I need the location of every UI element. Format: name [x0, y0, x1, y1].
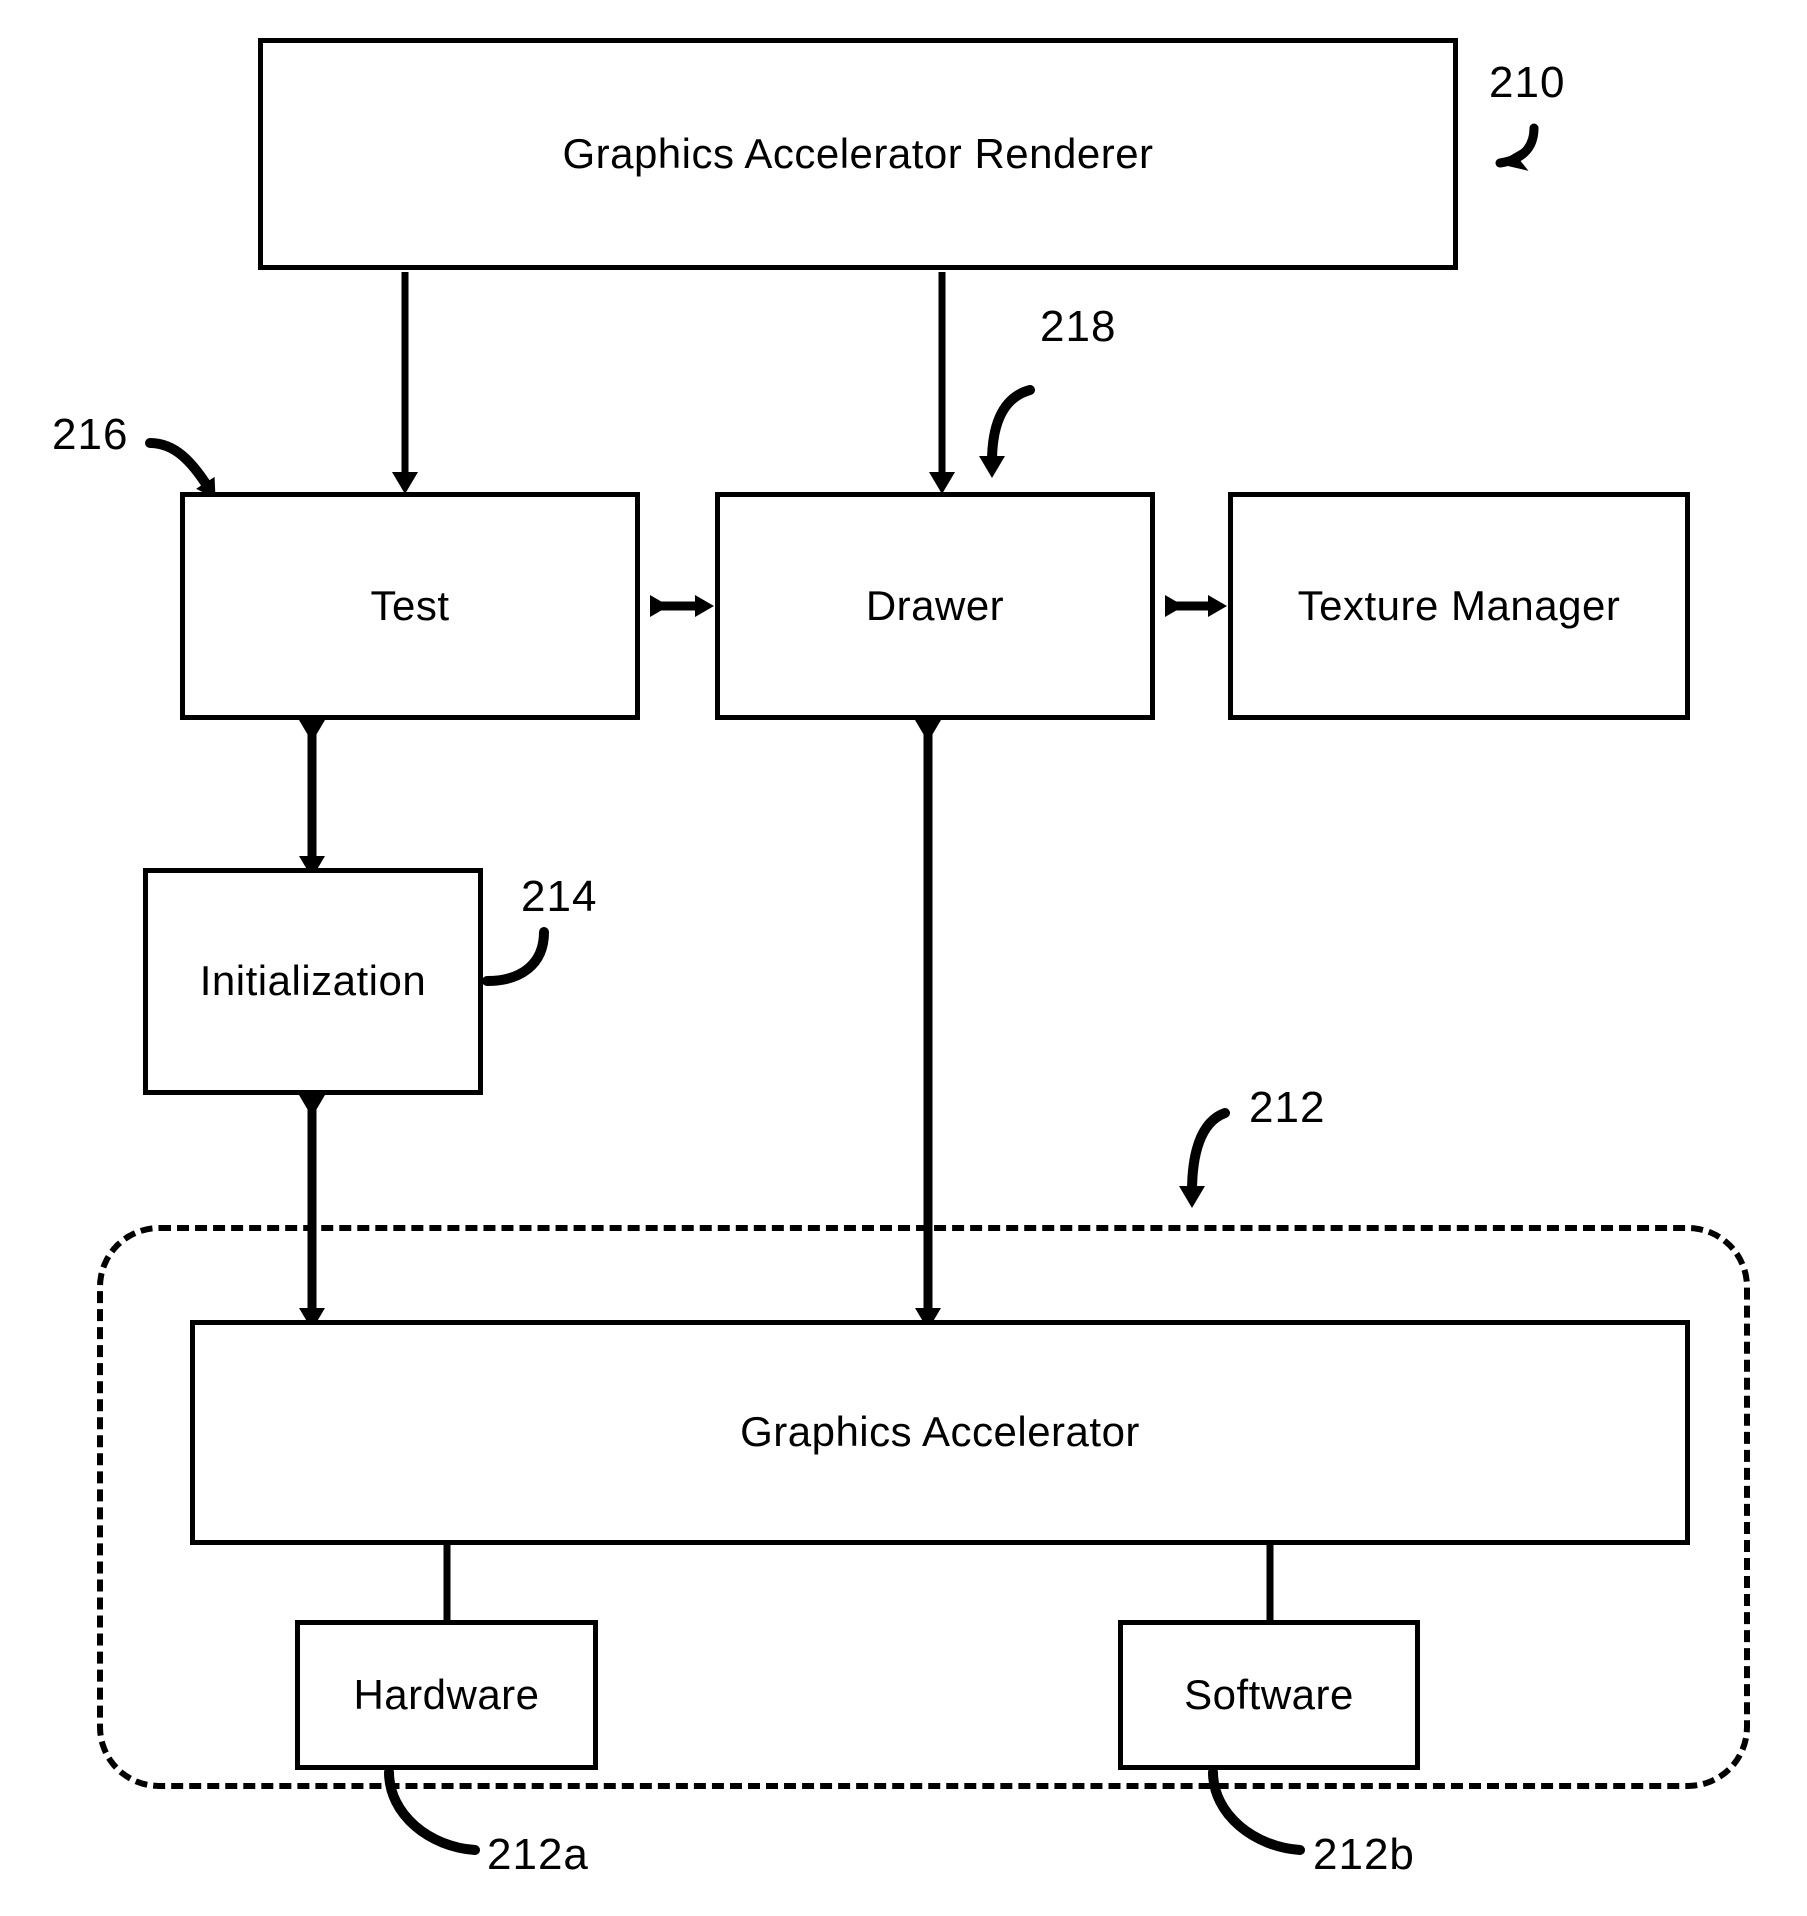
node-label-texture-manager: Texture Manager [1297, 581, 1621, 629]
node-drawer[interactable]: Drawer [715, 492, 1155, 720]
node-label-software: Software [1184, 1670, 1354, 1718]
node-graphics-accelerator-renderer[interactable]: Graphics Accelerator Renderer [258, 38, 1458, 270]
node-hardware[interactable]: Hardware [295, 1620, 598, 1770]
reference-numeral-210: 210 [1489, 58, 1566, 107]
leader-210 [1495, 123, 1539, 171]
node-label-drawer: Drawer [865, 581, 1005, 629]
leader-212 [1179, 1108, 1230, 1208]
reference-numeral-218: 218 [1040, 302, 1117, 351]
node-test[interactable]: Test [180, 492, 640, 720]
node-initialization[interactable]: Initialization [143, 868, 483, 1095]
node-label-graphics-accelerator: Graphics Accelerator [740, 1408, 1140, 1456]
node-label-test: Test [370, 581, 450, 629]
reference-numeral-212b: 212b [1313, 1830, 1415, 1879]
reference-numeral-212: 212 [1249, 1083, 1326, 1132]
reference-numeral-216: 216 [52, 410, 129, 459]
patent-figure: Graphics Accelerator Renderer Test Drawe… [0, 0, 1807, 1916]
node-texture-manager[interactable]: Texture Manager [1228, 492, 1690, 720]
reference-numeral-212a: 212a [487, 1830, 589, 1879]
node-label-hardware: Hardware [353, 1670, 540, 1718]
node-graphics-accelerator[interactable]: Graphics Accelerator [190, 1320, 1690, 1545]
leader-218 [979, 385, 1035, 478]
node-label-renderer: Graphics Accelerator Renderer [562, 129, 1154, 177]
leader-214 [482, 927, 549, 986]
node-label-initialization: Initialization [199, 957, 427, 1005]
leader-216 [145, 438, 216, 499]
node-software[interactable]: Software [1118, 1620, 1420, 1770]
reference-numeral-214: 214 [521, 872, 598, 921]
